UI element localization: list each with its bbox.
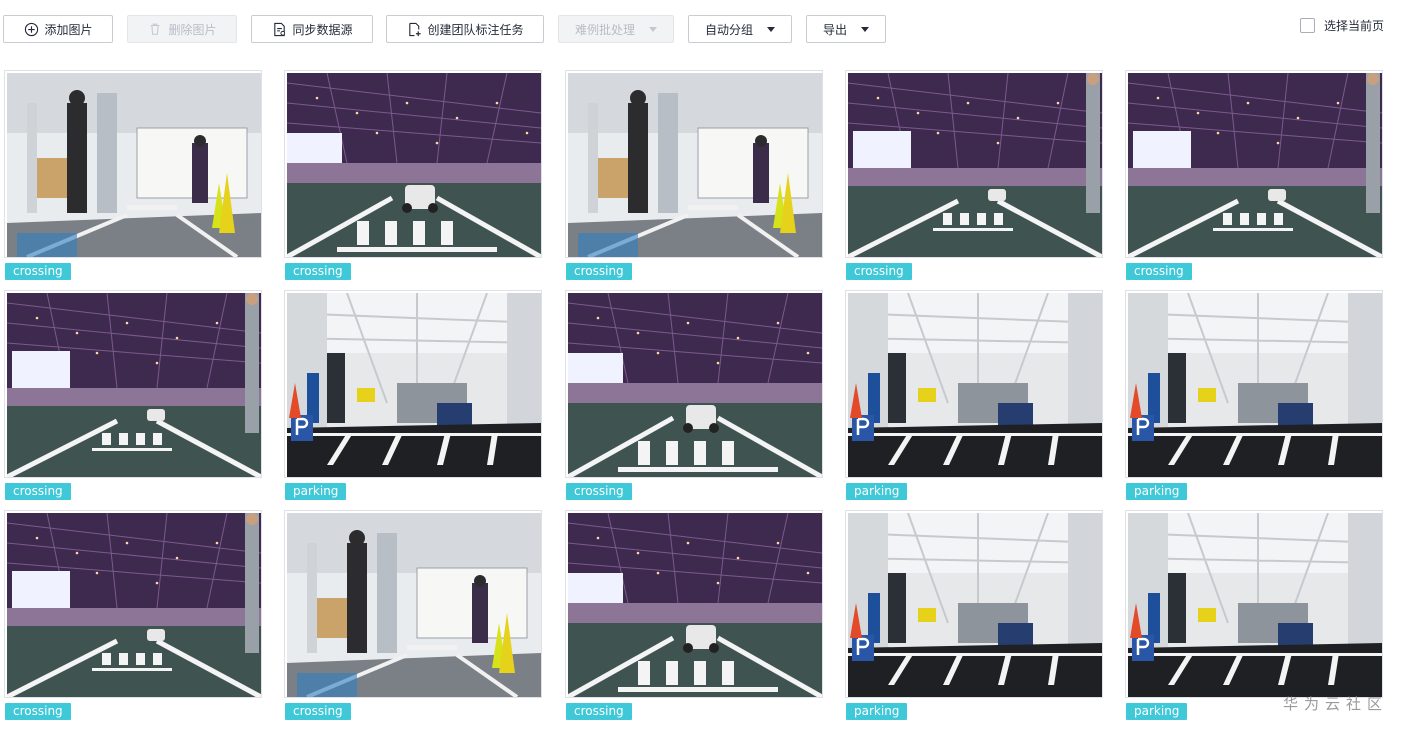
watermark: 华为云社区 xyxy=(1283,695,1389,713)
image-card[interactable]: parking xyxy=(1125,290,1383,502)
create-team-task-label: 创建团队标注任务 xyxy=(427,22,524,37)
add-image-label: 添加图片 xyxy=(44,22,93,37)
image-card[interactable]: crossing xyxy=(284,70,542,282)
image-card[interactable]: parking xyxy=(1125,510,1383,722)
label-tag: crossing xyxy=(566,703,632,720)
sync-data-source-label: 同步数据源 xyxy=(292,22,353,37)
image-thumbnail[interactable] xyxy=(4,70,262,258)
label-tag: parking xyxy=(1126,483,1188,500)
scene-image xyxy=(287,513,541,697)
scene-image xyxy=(568,293,822,477)
label-tag: crossing xyxy=(285,703,351,720)
sync-document-icon xyxy=(271,21,287,37)
add-image-button[interactable]: 添加图片 xyxy=(3,15,113,43)
auto-group-dropdown[interactable]: 自动分组 xyxy=(688,15,792,43)
image-thumbnail[interactable] xyxy=(4,510,262,698)
toolbar: 添加图片 删除图片 同步数据源 创建团队标注任务 难例批处理 自动分组 导出 选… xyxy=(0,0,1404,58)
scene-image xyxy=(7,73,261,257)
label-tag: crossing xyxy=(5,483,71,500)
image-card[interactable]: crossing xyxy=(4,70,262,282)
image-thumbnail[interactable] xyxy=(284,510,542,698)
chevron-down-icon xyxy=(767,26,775,32)
scene-image xyxy=(1128,293,1382,477)
create-team-task-button[interactable]: 创建团队标注任务 xyxy=(386,15,544,43)
auto-group-label: 自动分组 xyxy=(704,22,753,37)
scene-image xyxy=(287,73,541,257)
label-tag: parking xyxy=(1126,703,1188,720)
scene-image xyxy=(1128,73,1382,257)
image-thumbnail[interactable] xyxy=(845,290,1103,478)
export-dropdown[interactable]: 导出 xyxy=(806,15,886,43)
label-tag: parking xyxy=(285,483,347,500)
scene-image xyxy=(7,293,261,477)
image-thumbnail[interactable] xyxy=(845,70,1103,258)
trash-icon xyxy=(147,21,163,37)
image-thumbnail[interactable] xyxy=(1125,290,1383,478)
hard-case-batch-dropdown[interactable]: 难例批处理 xyxy=(558,15,674,43)
label-tag: crossing xyxy=(1126,263,1192,280)
label-tag: crossing xyxy=(566,263,632,280)
label-tag: parking xyxy=(846,483,908,500)
scene-image xyxy=(848,513,1102,697)
add-circle-icon xyxy=(23,21,39,37)
image-card[interactable]: crossing xyxy=(4,290,262,502)
scene-image xyxy=(287,293,541,477)
label-tag: crossing xyxy=(5,263,71,280)
scene-image xyxy=(1128,513,1382,697)
label-tag: crossing xyxy=(285,263,351,280)
image-card[interactable]: crossing xyxy=(1125,70,1383,282)
image-thumbnail[interactable] xyxy=(565,70,823,258)
image-thumbnail[interactable] xyxy=(284,290,542,478)
select-page-checkbox[interactable] xyxy=(1300,18,1315,33)
delete-image-label: 删除图片 xyxy=(168,22,217,37)
scene-image xyxy=(848,73,1102,257)
image-thumbnail[interactable] xyxy=(4,290,262,478)
image-card[interactable]: crossing xyxy=(845,70,1103,282)
scene-image xyxy=(848,293,1102,477)
image-card[interactable]: crossing xyxy=(4,510,262,722)
image-thumbnail[interactable] xyxy=(1125,70,1383,258)
image-thumbnail[interactable] xyxy=(565,510,823,698)
sync-data-source-button[interactable]: 同步数据源 xyxy=(251,15,373,43)
chevron-down-icon xyxy=(649,26,657,32)
scene-image xyxy=(568,73,822,257)
label-tag: crossing xyxy=(5,703,71,720)
label-tag: crossing xyxy=(846,263,912,280)
image-card[interactable]: parking xyxy=(845,510,1103,722)
new-document-icon xyxy=(406,21,422,37)
image-card[interactable]: crossing xyxy=(565,290,823,502)
image-card[interactable]: parking xyxy=(845,290,1103,502)
delete-image-button[interactable]: 删除图片 xyxy=(127,15,237,43)
image-card[interactable]: parking xyxy=(284,290,542,502)
image-card[interactable]: crossing xyxy=(565,70,823,282)
hard-case-batch-label: 难例批处理 xyxy=(574,22,635,37)
image-card[interactable]: crossing xyxy=(284,510,542,722)
select-page-label: 选择当前页 xyxy=(1324,19,1385,33)
label-tag: parking xyxy=(846,703,908,720)
label-tag: crossing xyxy=(566,483,632,500)
chevron-down-icon xyxy=(861,26,869,32)
scene-image xyxy=(7,513,261,697)
image-card[interactable]: crossing xyxy=(565,510,823,722)
select-current-page[interactable]: 选择当前页 xyxy=(1300,17,1384,34)
image-thumbnail[interactable] xyxy=(565,290,823,478)
image-thumbnail[interactable] xyxy=(845,510,1103,698)
export-label: 导出 xyxy=(822,22,847,37)
scene-image xyxy=(568,513,822,697)
image-thumbnail[interactable] xyxy=(1125,510,1383,698)
image-thumbnail[interactable] xyxy=(284,70,542,258)
